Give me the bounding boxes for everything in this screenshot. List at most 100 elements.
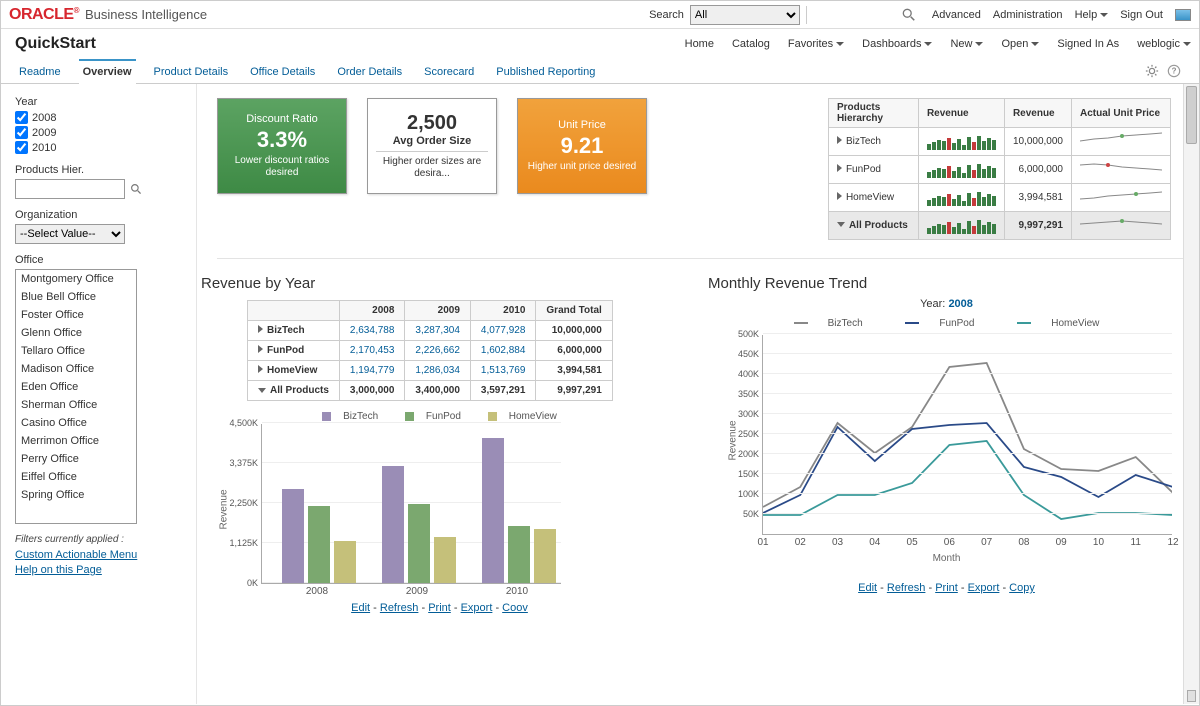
office-item[interactable]: Madison Office [16,360,136,378]
expand-icon[interactable] [258,345,263,353]
office-item[interactable]: Casino Office [16,414,136,432]
office-item[interactable]: Glenn Office [16,324,136,342]
office-item[interactable]: Foster Office [16,306,136,324]
edit-link[interactable]: Edit [351,602,370,614]
nav-new[interactable]: New [950,38,983,50]
nav-links: Home Catalog Favorites Dashboards New Op… [685,38,1191,50]
office-item[interactable]: Eiffel Office [16,468,136,486]
expand-icon[interactable] [258,365,263,373]
user-menu[interactable]: weblogic [1137,38,1191,50]
office-item[interactable]: Montgomery Office [16,270,136,288]
brand-sub: Business Intelligence [85,7,207,22]
tab-scorecard[interactable]: Scorecard [420,59,478,83]
nav-open[interactable]: Open [1001,38,1039,50]
filters-applied-label: Filters currently applied : [15,534,182,545]
office-item[interactable]: Sherman Office [16,396,136,414]
caret-down-icon [924,42,932,46]
trend-year-selector: Year: 2008 [708,298,1185,310]
expand-icon[interactable] [837,164,842,172]
office-item[interactable]: Merrimon Office [16,432,136,450]
table-row[interactable]: HomeView3,994,581 [828,184,1170,212]
table-row[interactable]: BizTech10,000,000 [828,128,1170,156]
expand-icon[interactable] [837,192,842,200]
expand-icon[interactable] [837,136,842,144]
app-grid-icon[interactable] [1175,9,1191,21]
tab-overview[interactable]: Overview [79,59,136,83]
help-icon[interactable]: ? [1167,64,1181,78]
office-item[interactable]: Blue Bell Office [16,288,136,306]
revenue-bar-chart: Revenue 0K1,125K2,250K3,375K4,500K200820… [261,424,561,584]
tab-product-details[interactable]: Product Details [150,59,233,83]
tab-published-reporting[interactable]: Published Reporting [492,59,599,83]
help-on-page-link[interactable]: Help on this Page [15,564,182,576]
copy-link[interactable]: Coov [502,602,528,614]
search-scope-select[interactable]: All [690,5,800,25]
x-axis-label: Month [708,553,1185,564]
organization-select[interactable]: --Select Value-- [15,224,125,244]
signout-link[interactable]: Sign Out [1120,9,1163,21]
year-2008-checkbox[interactable] [15,111,28,124]
table-row-total[interactable]: All Products3,000,0003,400,0003,597,2919… [248,381,613,401]
caret-down-icon [975,42,983,46]
svg-text:?: ? [1172,67,1177,76]
caret-down-icon [1100,13,1108,17]
global-search: Search All [649,5,916,25]
brand-logo: ORACLE® Business Intelligence [9,6,207,24]
office-item[interactable]: Perry Office [16,450,136,468]
sparkline-bars [927,162,996,178]
revenue-by-year-table: 200820092010Grand Total BizTech2,634,788… [247,300,613,401]
year-label: Year [15,96,182,108]
year-2009-checkbox[interactable] [15,126,28,139]
discount-ratio-tile: Discount Ratio 3.3% Lower discount ratio… [217,98,347,194]
office-label: Office [15,254,182,266]
search-icon[interactable] [902,8,916,22]
print-link[interactable]: Print [428,602,451,614]
nav-home[interactable]: Home [685,38,714,50]
table-row[interactable]: BizTech2,634,7883,287,3044,077,92810,000… [248,321,613,341]
export-link[interactable]: Export [461,602,493,614]
section-title: Revenue by Year [201,275,678,292]
brand-name: ORACLE® [9,6,79,24]
vertical-scrollbar[interactable] [1183,84,1199,704]
custom-actionable-menu-link[interactable]: Custom Actionable Menu [15,549,182,561]
table-row[interactable]: HomeView1,194,7791,286,0341,513,7693,994… [248,361,613,381]
office-item[interactable]: Eden Office [16,378,136,396]
office-listbox[interactable]: Montgomery Office Blue Bell Office Foste… [15,269,137,524]
sparkline-bars [927,218,996,234]
tab-office-details[interactable]: Office Details [246,59,319,83]
scroll-down-icon[interactable] [1187,690,1196,702]
export-link[interactable]: Export [968,582,1000,594]
search-input[interactable] [806,6,896,24]
edit-link[interactable]: Edit [858,582,877,594]
collapse-icon[interactable] [837,222,845,227]
caret-down-icon [1183,42,1191,46]
refresh-link[interactable]: Refresh [887,582,926,594]
scrollbar-thumb[interactable] [1186,86,1197,144]
expand-icon[interactable] [258,325,263,333]
administration-link[interactable]: Administration [993,9,1063,21]
products-hier-label: Products Hier. [15,164,182,176]
year-2010-checkbox[interactable] [15,141,28,154]
search-label: Search [649,9,684,21]
office-item[interactable]: Spring Office [16,486,136,504]
refresh-link[interactable]: Refresh [380,602,419,614]
page-title: QuickStart [15,35,96,53]
copy-link[interactable]: Copy [1009,582,1035,594]
nav-favorites[interactable]: Favorites [788,38,844,50]
collapse-icon[interactable] [258,388,266,393]
products-hier-input[interactable] [15,179,125,199]
table-row[interactable]: FunPod2,170,4532,226,6621,602,8846,000,0… [248,341,613,361]
office-item[interactable]: Tellaro Office [16,342,136,360]
table-row-total[interactable]: All Products9,997,291 [828,212,1170,240]
search-icon[interactable] [130,183,143,196]
nav-catalog[interactable]: Catalog [732,38,770,50]
help-menu[interactable]: Help [1075,9,1109,21]
unit-price-tile: Unit Price 9.21 Higher unit price desire… [517,98,647,194]
table-row[interactable]: FunPod6,000,000 [828,156,1170,184]
tab-readme[interactable]: Readme [15,59,65,83]
nav-dashboards[interactable]: Dashboards [862,38,932,50]
advanced-link[interactable]: Advanced [932,9,981,21]
tab-order-details[interactable]: Order Details [333,59,406,83]
print-link[interactable]: Print [935,582,958,594]
gear-icon[interactable] [1145,64,1159,78]
